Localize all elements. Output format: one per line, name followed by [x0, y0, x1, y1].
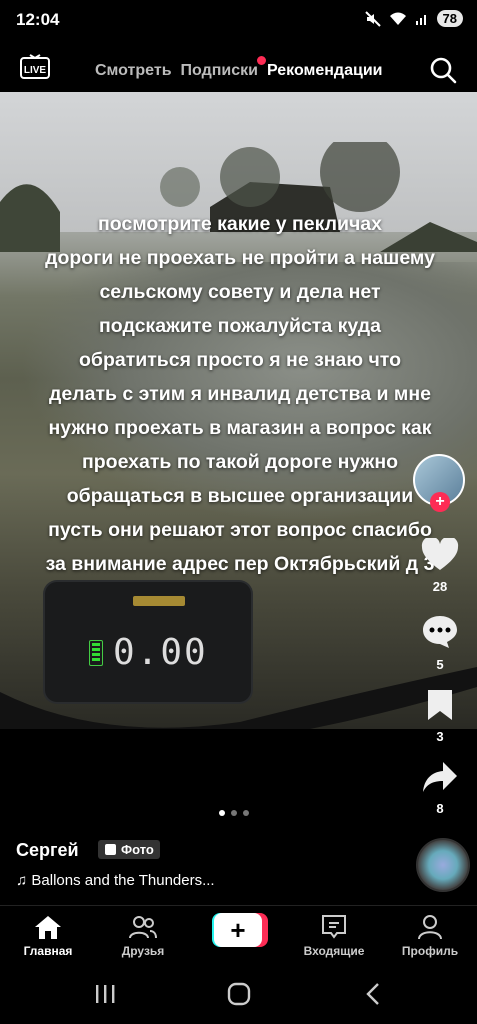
tab-subscriptions[interactable]: Подписки — [180, 56, 266, 80]
device-battery-icon — [89, 640, 103, 666]
status-time: 12:04 — [16, 10, 60, 29]
photo-badge-label: Фото — [121, 842, 154, 857]
caption-line: посмотрите какие у пекличах — [97, 213, 383, 235]
plus-icon: + — [214, 913, 262, 947]
music-info[interactable]: ♫ Ballons and the Thunders... — [16, 872, 215, 889]
heart-icon — [421, 536, 459, 570]
photo-caption: посмотрите какие у пекличах дороги не пр… — [10, 207, 470, 581]
comment-icon — [423, 616, 457, 648]
save-count: 3 — [436, 729, 444, 744]
battery-indicator: 78 — [436, 10, 463, 27]
nav-home[interactable]: Главная — [8, 914, 88, 958]
share-count: 8 — [436, 801, 444, 816]
like-count: 28 — [432, 579, 448, 594]
caption-line: делать с этим я инвалид детства и мне — [49, 383, 431, 405]
search-icon[interactable] — [429, 56, 457, 84]
notification-dot — [257, 56, 266, 65]
comment-count: 5 — [436, 657, 444, 672]
music-disc[interactable] — [416, 838, 470, 892]
nav-friends[interactable]: Друзья — [103, 914, 183, 958]
nav-profile-label: Профиль — [401, 944, 459, 958]
share-icon — [423, 762, 457, 792]
carousel-indicator — [219, 810, 249, 816]
nav-friends-label: Друзья — [121, 944, 165, 958]
music-note-icon: ♫ — [16, 872, 28, 889]
video-player[interactable]: 0.00 посмотрите какие у пекличах дороги … — [0, 92, 477, 729]
tab-watch[interactable]: Смотреть — [95, 62, 172, 80]
caption-line: проехать по такой дороге нужно — [81, 451, 399, 473]
wifi-icon — [389, 12, 406, 25]
comment-button[interactable]: 5 — [412, 614, 468, 672]
author-name[interactable]: Сергей — [16, 840, 79, 861]
create-button[interactable]: + — [212, 913, 268, 947]
caption-line: подскажите пожалуйста куда — [99, 315, 381, 337]
status-bar: 12:04 78 — [0, 0, 477, 42]
like-button[interactable]: 28 — [412, 536, 468, 594]
friends-icon — [129, 916, 157, 939]
status-icons: 78 — [364, 10, 463, 27]
carousel-dot — [231, 810, 237, 816]
signal-icon — [415, 14, 426, 25]
caption-line: пусть они решают этот вопрос спасибо — [48, 519, 432, 541]
share-button[interactable]: 8 — [412, 760, 468, 816]
caption-line: дороги не проехать не пройти а нашему — [45, 247, 435, 269]
photo-badge: Фото — [98, 840, 160, 859]
caption-line: обратиться просто я не знаю что — [79, 349, 401, 371]
bookmark-icon — [428, 690, 452, 720]
caption-line: обращаться в высшее организации — [66, 485, 414, 507]
speedometer-display: 0.00 — [45, 582, 251, 702]
top-nav: LIVE Смотреть Подписки Рекомендации — [0, 42, 477, 94]
live-label: LIVE — [24, 65, 47, 76]
device-logo — [133, 596, 185, 606]
speed-digits: 0.00 — [113, 632, 208, 673]
back-system-button[interactable] — [366, 983, 379, 1005]
photo-icon — [105, 844, 116, 855]
profile-icon — [418, 915, 442, 940]
mute-icon — [364, 10, 381, 27]
caption-line: за внимание адрес пер Октябрьский д 3 — [45, 553, 435, 575]
recents-button[interactable] — [96, 985, 115, 1003]
carousel-dot — [219, 810, 225, 816]
nav-home-label: Главная — [23, 944, 73, 958]
tab-recommendations[interactable]: Рекомендации — [267, 62, 383, 80]
caption-line: сельскому совету и дела нет — [99, 281, 381, 303]
music-title: Ballons and the Thunders... — [31, 872, 215, 889]
nav-profile[interactable]: Профиль — [390, 914, 470, 958]
home-system-button[interactable] — [227, 982, 251, 1006]
system-nav — [96, 982, 379, 1006]
caption-line: нужно проехать в магазин а вопрос как — [48, 417, 432, 439]
bottom-nav: Главная Друзья + Входящие Профиль — [0, 905, 477, 966]
carousel-dot — [243, 810, 249, 816]
home-icon — [35, 916, 61, 939]
live-icon[interactable]: LIVE — [20, 54, 50, 80]
nav-inbox-label: Входящие — [303, 944, 365, 958]
nav-inbox[interactable]: Входящие — [294, 914, 374, 958]
creator-avatar[interactable]: + — [413, 454, 465, 512]
save-button[interactable]: 3 — [412, 688, 468, 744]
inbox-icon — [322, 915, 346, 939]
tab-subscriptions-label: Подписки — [180, 62, 258, 79]
follow-plus-icon[interactable]: + — [430, 492, 450, 512]
feed-tabs: Смотреть Подписки Рекомендации — [95, 56, 383, 80]
